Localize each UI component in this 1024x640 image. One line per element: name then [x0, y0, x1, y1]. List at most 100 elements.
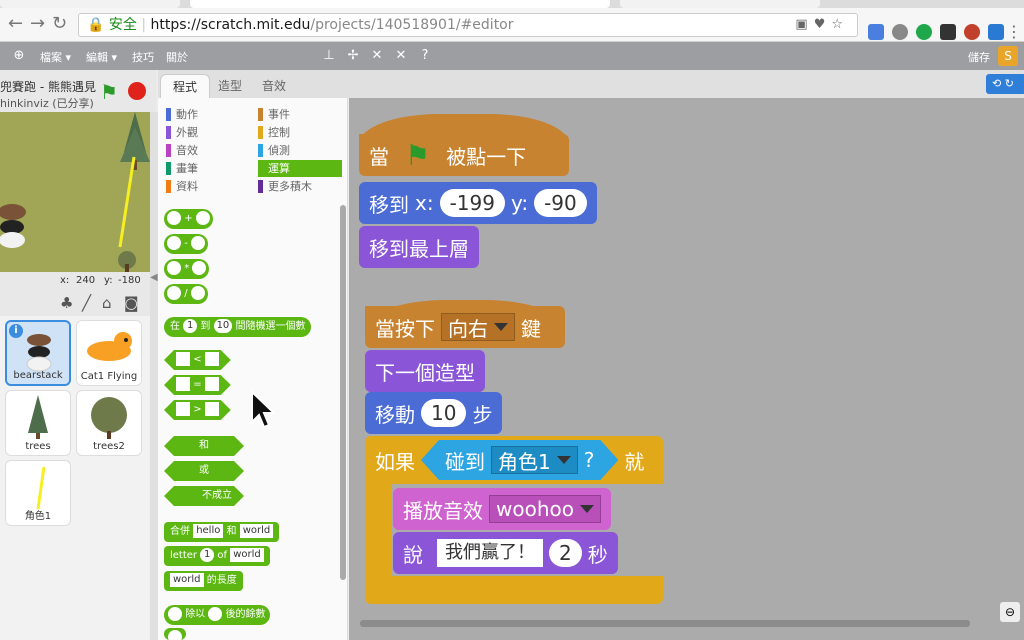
block-or[interactable]: 或 — [164, 461, 244, 481]
block-play-sound[interactable]: 播放音效 woohoo — [393, 488, 611, 530]
category-sensing[interactable]: 偵測 — [258, 142, 342, 159]
sprite-tile-bearstack[interactable]: i bearstack — [5, 320, 71, 386]
sprite-tile-trees2[interactable]: trees2 — [76, 390, 142, 456]
block-multiply[interactable]: * — [164, 259, 210, 279]
film-icon[interactable] — [940, 24, 956, 40]
collapse-icon[interactable]: ◀ — [150, 272, 158, 283]
block-goto-xy[interactable]: 移到 x: -199 y: -90 — [359, 182, 597, 224]
browser-tab-active[interactable] — [190, 0, 610, 8]
block-text: 碰到 — [445, 449, 485, 474]
camera-icon[interactable]: ◙ — [124, 294, 139, 312]
panel-splitter[interactable]: ◀ — [150, 112, 158, 640]
menu-file[interactable]: 檔案 ▾ — [40, 49, 71, 65]
block-divide[interactable]: / — [164, 284, 208, 304]
browser-tab[interactable] — [620, 0, 820, 8]
block-add[interactable]: + — [164, 209, 213, 229]
secs-input[interactable]: 2 — [549, 539, 582, 567]
vimeo-icon[interactable] — [988, 24, 1004, 40]
sprite-tile-role1[interactable]: 角色1 — [5, 460, 71, 526]
browser-tab[interactable] — [0, 0, 180, 8]
block-go-to-front[interactable]: 移到最上層 — [359, 226, 479, 268]
block-text: 下一個造型 — [375, 360, 475, 385]
block-length-of[interactable]: world 的長度 — [164, 571, 243, 591]
upload-icon[interactable]: ⌂ — [102, 294, 112, 312]
scripts-area[interactable]: 當 ⚑ 被點一下 移到 x: -199 y: -90 移到最上層 當按下 向右 … — [349, 98, 1024, 640]
evernote-icon[interactable] — [916, 24, 932, 40]
category-control[interactable]: 控制 — [258, 124, 342, 141]
grow-icon[interactable]: ✕ — [370, 49, 384, 63]
extension-icon[interactable] — [964, 24, 980, 40]
category-pen[interactable]: 畫筆 — [166, 160, 254, 177]
coord-y: -180 — [118, 275, 141, 286]
block-when-flag-clicked[interactable]: 當 ⚑ 被點一下 — [359, 134, 569, 176]
category-motion[interactable]: 動作 — [166, 106, 254, 123]
palette-scrollbar[interactable] — [340, 205, 346, 580]
zoom-out-icon[interactable]: ⊖ — [1000, 602, 1020, 622]
y-input[interactable]: -90 — [534, 189, 587, 217]
address-bar-icons[interactable]: ▣♥☆ — [795, 14, 849, 36]
block-equals[interactable]: = — [164, 375, 231, 395]
block-less-than[interactable]: < — [164, 350, 231, 370]
bear-thumbnail — [26, 334, 52, 372]
block-letter-of[interactable]: letter 1 of world — [164, 546, 270, 566]
menu-about[interactable]: 關於 — [166, 49, 188, 65]
block-move-steps[interactable]: 移動 10 步 — [365, 392, 503, 434]
help-icon[interactable]: ? — [418, 49, 432, 63]
refresh-button[interactable]: ⟲ ↻ — [986, 74, 1024, 94]
shrink-icon[interactable]: ✕ — [394, 49, 408, 63]
block-not[interactable]: 不成立 — [164, 486, 244, 506]
translate-icon[interactable] — [868, 24, 884, 40]
cut-icon[interactable]: ✢ — [346, 49, 360, 63]
tab-costumes[interactable]: 造型 — [206, 74, 254, 98]
sprite-library-icon[interactable]: ♣ — [60, 294, 73, 312]
chevron-down-icon — [494, 323, 508, 331]
paint-brush-icon[interactable]: ╱ — [82, 294, 91, 312]
reload-icon[interactable]: ↻ — [52, 14, 67, 34]
block-next-costume[interactable]: 下一個造型 — [365, 350, 485, 392]
block-round[interactable] — [164, 628, 186, 640]
sprite-tile-trees[interactable]: trees — [5, 390, 71, 456]
menu-edit[interactable]: 編輯 ▾ — [86, 49, 117, 65]
stop-icon[interactable] — [128, 82, 146, 100]
block-text: 當按下 — [375, 316, 435, 341]
x-input[interactable]: -199 — [439, 189, 505, 217]
tab-sounds[interactable]: 音效 — [250, 74, 298, 98]
category-events[interactable]: 事件 — [258, 106, 342, 123]
save-button[interactable]: 儲存 — [968, 49, 990, 65]
touching-dropdown[interactable]: 角色1 — [491, 446, 578, 474]
green-flag-icon[interactable]: ⚑ — [100, 80, 118, 104]
forward-icon[interactable]: → — [30, 14, 45, 34]
block-random[interactable]: 在 1 到 10 間隨機選一個數 — [164, 317, 312, 337]
stage[interactable] — [0, 112, 150, 272]
say-text-input[interactable]: 我們贏了！ — [437, 539, 543, 567]
tab-scripts[interactable]: 程式 — [160, 74, 211, 98]
sprite-tile-cat[interactable]: Cat1 Flying — [76, 320, 142, 386]
block-and[interactable]: 和 — [164, 436, 244, 456]
category-more-blocks[interactable]: 更多積木 — [258, 178, 342, 195]
extension-icon[interactable] — [892, 24, 908, 40]
duplicate-icon[interactable]: ⊥ — [322, 49, 336, 63]
category-data[interactable]: 資料 — [166, 178, 254, 195]
address-bar[interactable]: 🔒 安全 | https://scratch.mit.edu/projects/… — [78, 13, 858, 37]
share-icon[interactable]: S — [998, 46, 1018, 66]
block-join[interactable]: 合併 hello 和 world — [164, 522, 280, 542]
key-dropdown[interactable]: 向右 — [441, 313, 515, 341]
block-greater-than[interactable]: > — [164, 400, 231, 420]
project-title[interactable]: 兜賽跑 - 熊熊遇見 — [0, 78, 96, 95]
block-mod[interactable]: 除以 後的餘數 — [164, 605, 270, 625]
more-icon[interactable]: ⋮ — [1006, 24, 1022, 40]
category-looks[interactable]: 外觀 — [166, 124, 254, 141]
steps-input[interactable]: 10 — [421, 399, 467, 427]
back-icon[interactable]: ← — [8, 14, 23, 34]
scripts-hscrollbar[interactable] — [360, 620, 970, 627]
block-subtract[interactable]: - — [164, 234, 208, 254]
menu-tips[interactable]: 技巧 — [132, 49, 154, 65]
category-sound[interactable]: 音效 — [166, 142, 254, 159]
category-operators[interactable]: 運算 — [258, 160, 342, 177]
sound-dropdown[interactable]: woohoo — [489, 495, 601, 523]
sprite-list: i bearstack Cat1 Flying trees trees2 角色1 — [0, 316, 150, 640]
block-when-key-pressed[interactable]: 當按下 向右 鍵 — [365, 306, 565, 348]
globe-icon[interactable]: ⊕ — [12, 49, 26, 63]
block-touching[interactable]: 碰到 角色1 ? — [421, 440, 618, 480]
block-say-for-secs[interactable]: 說 我們贏了！ 2 秒 — [393, 532, 618, 574]
